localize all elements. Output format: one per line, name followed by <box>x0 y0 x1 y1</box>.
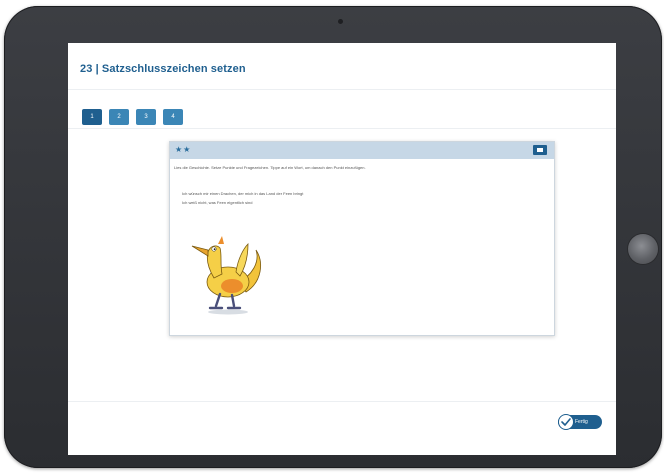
step-button-2[interactable]: 2 <box>109 109 129 125</box>
step-button-4[interactable]: 4 <box>163 109 183 125</box>
home-button[interactable] <box>628 234 658 264</box>
exercise-instruction: Lies die Geschichte. Setze Punkte und Fr… <box>174 165 366 170</box>
divider <box>68 128 616 129</box>
divider <box>68 401 616 402</box>
dragon-illustration <box>191 236 261 315</box>
app-screen: 23 | Satzschlusszeichen setzen 1 2 3 4 ★… <box>68 43 616 455</box>
step-navigation: 1 2 3 4 <box>82 109 183 125</box>
exercise-card: ★★ Lies die Geschichte. Setze Punkte und… <box>169 141 555 336</box>
step-button-1[interactable]: 1 <box>82 109 102 125</box>
speaker-button[interactable] <box>533 145 547 155</box>
tablet-frame: 23 | Satzschlusszeichen setzen 1 2 3 4 ★… <box>4 6 662 468</box>
done-button[interactable]: Fertig <box>558 414 602 430</box>
difficulty-stars-icon: ★★ <box>175 145 192 154</box>
done-button-label: Fertig <box>575 419 588 425</box>
story-line-2[interactable]: Ich weiß nicht, was Feen eigentlich sind <box>182 200 252 206</box>
checkmark-icon <box>558 414 574 430</box>
card-header: ★★ <box>170 142 554 159</box>
camera-icon <box>338 19 343 24</box>
story-line-1[interactable]: Ich wünsch mir einen Drachen, der mich i… <box>182 191 303 197</box>
page-title: 23 | Satzschlusszeichen setzen <box>80 63 246 75</box>
step-button-3[interactable]: 3 <box>136 109 156 125</box>
divider <box>68 89 616 90</box>
speaker-icon <box>537 148 543 152</box>
